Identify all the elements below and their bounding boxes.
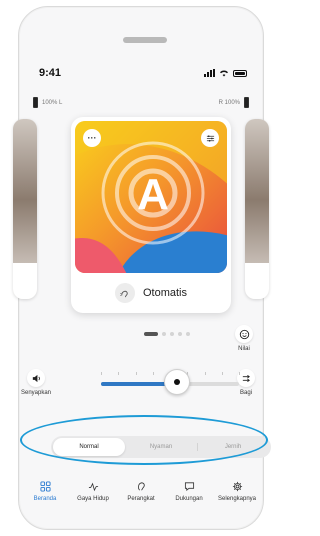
- next-program-card[interactable]: [245, 119, 269, 299]
- mute-label: Senyapkan: [21, 390, 52, 396]
- grid-icon: [39, 479, 51, 493]
- wifi-icon: [220, 70, 228, 77]
- program-letter: A: [137, 170, 169, 219]
- program-settings-button[interactable]: [201, 129, 219, 147]
- volume-tick: [204, 372, 206, 375]
- volume-slider-thumb[interactable]: [163, 369, 190, 395]
- mode-jernih[interactable]: Jernih: [197, 438, 269, 456]
- phone-frame: 9:41 100% L R 100% A ··· Otomatis Nilai …: [13, 6, 271, 530]
- tab-bar: Beranda Gaya Hidup Perangkat Dukungan Se…: [19, 479, 263, 519]
- right-aid-battery: R 100%: [219, 97, 249, 108]
- tab-label: Perangkat: [127, 496, 155, 502]
- mode-normal[interactable]: Normal: [53, 438, 125, 456]
- volume-tick: [101, 372, 102, 375]
- carousel-pager[interactable]: [144, 332, 190, 336]
- previous-program-card[interactable]: [13, 119, 37, 299]
- tab-label: Gaya Hidup: [77, 496, 109, 502]
- tab-label: Selengkapnya: [217, 496, 257, 502]
- tab-gaya-hidup[interactable]: Gaya Hidup: [69, 479, 117, 519]
- volume-tick: [239, 372, 240, 375]
- program-artwork: A ···: [75, 121, 227, 273]
- gear-icon: [232, 479, 243, 493]
- program-card[interactable]: A ··· Otomatis: [71, 117, 231, 313]
- battery-icon: [233, 69, 247, 77]
- tab-perangkat[interactable]: Perangkat: [117, 479, 165, 519]
- volume-tick: [135, 372, 137, 375]
- pager-dot[interactable]: [178, 332, 182, 336]
- tab-dukungan[interactable]: Dukungan: [165, 479, 213, 519]
- tab-beranda[interactable]: Beranda: [21, 479, 69, 519]
- status-time: 9:41: [39, 67, 62, 79]
- speaker-notch: [123, 37, 167, 43]
- system-icons: [204, 69, 247, 77]
- speaker-icon: [27, 369, 46, 387]
- sound-mode-selector[interactable]: Normal Nyaman Jernih: [51, 436, 271, 458]
- more-options-button[interactable]: ···: [83, 129, 101, 147]
- mode-nyaman[interactable]: Nyaman: [125, 438, 197, 456]
- hearing-aid-status: 100% L R 100%: [19, 95, 263, 109]
- signal-icon: [204, 69, 215, 77]
- tab-selengkapnya[interactable]: Selengkapnya: [213, 479, 261, 519]
- pager-dot-active[interactable]: [144, 332, 158, 336]
- left-aid-label: 100% L: [42, 99, 63, 106]
- tab-label: Dukungan: [175, 496, 203, 502]
- smiley-icon: [235, 325, 253, 343]
- hearing-aid-icon: [136, 479, 147, 493]
- left-aid-battery: 100% L: [33, 97, 62, 108]
- right-aid-label: R 100%: [218, 99, 240, 106]
- sliders-icon: [206, 134, 214, 142]
- volume-tick: [118, 372, 120, 375]
- rate-button[interactable]: Nilai: [235, 325, 253, 352]
- chat-icon: [184, 479, 195, 493]
- pager-dot[interactable]: [186, 332, 190, 336]
- activity-icon: [88, 479, 99, 493]
- rate-label: Nilai: [238, 346, 250, 352]
- tab-label: Beranda: [33, 496, 57, 502]
- mute-button[interactable]: Senyapkan: [21, 369, 51, 396]
- program-name: Otomatis: [142, 287, 187, 299]
- battery-left-icon: [33, 97, 38, 108]
- pager-dot[interactable]: [162, 332, 166, 336]
- pager-dot[interactable]: [170, 332, 174, 336]
- volume-tick: [152, 372, 154, 375]
- share-label: Bagi: [239, 390, 252, 396]
- battery-right-icon: [244, 97, 249, 108]
- status-bar: 9:41: [19, 67, 263, 83]
- program-name-row: Otomatis: [71, 273, 231, 313]
- hearing-icon: [114, 283, 135, 303]
- ellipsis-icon: ···: [87, 133, 97, 143]
- volume-tick: [221, 372, 223, 375]
